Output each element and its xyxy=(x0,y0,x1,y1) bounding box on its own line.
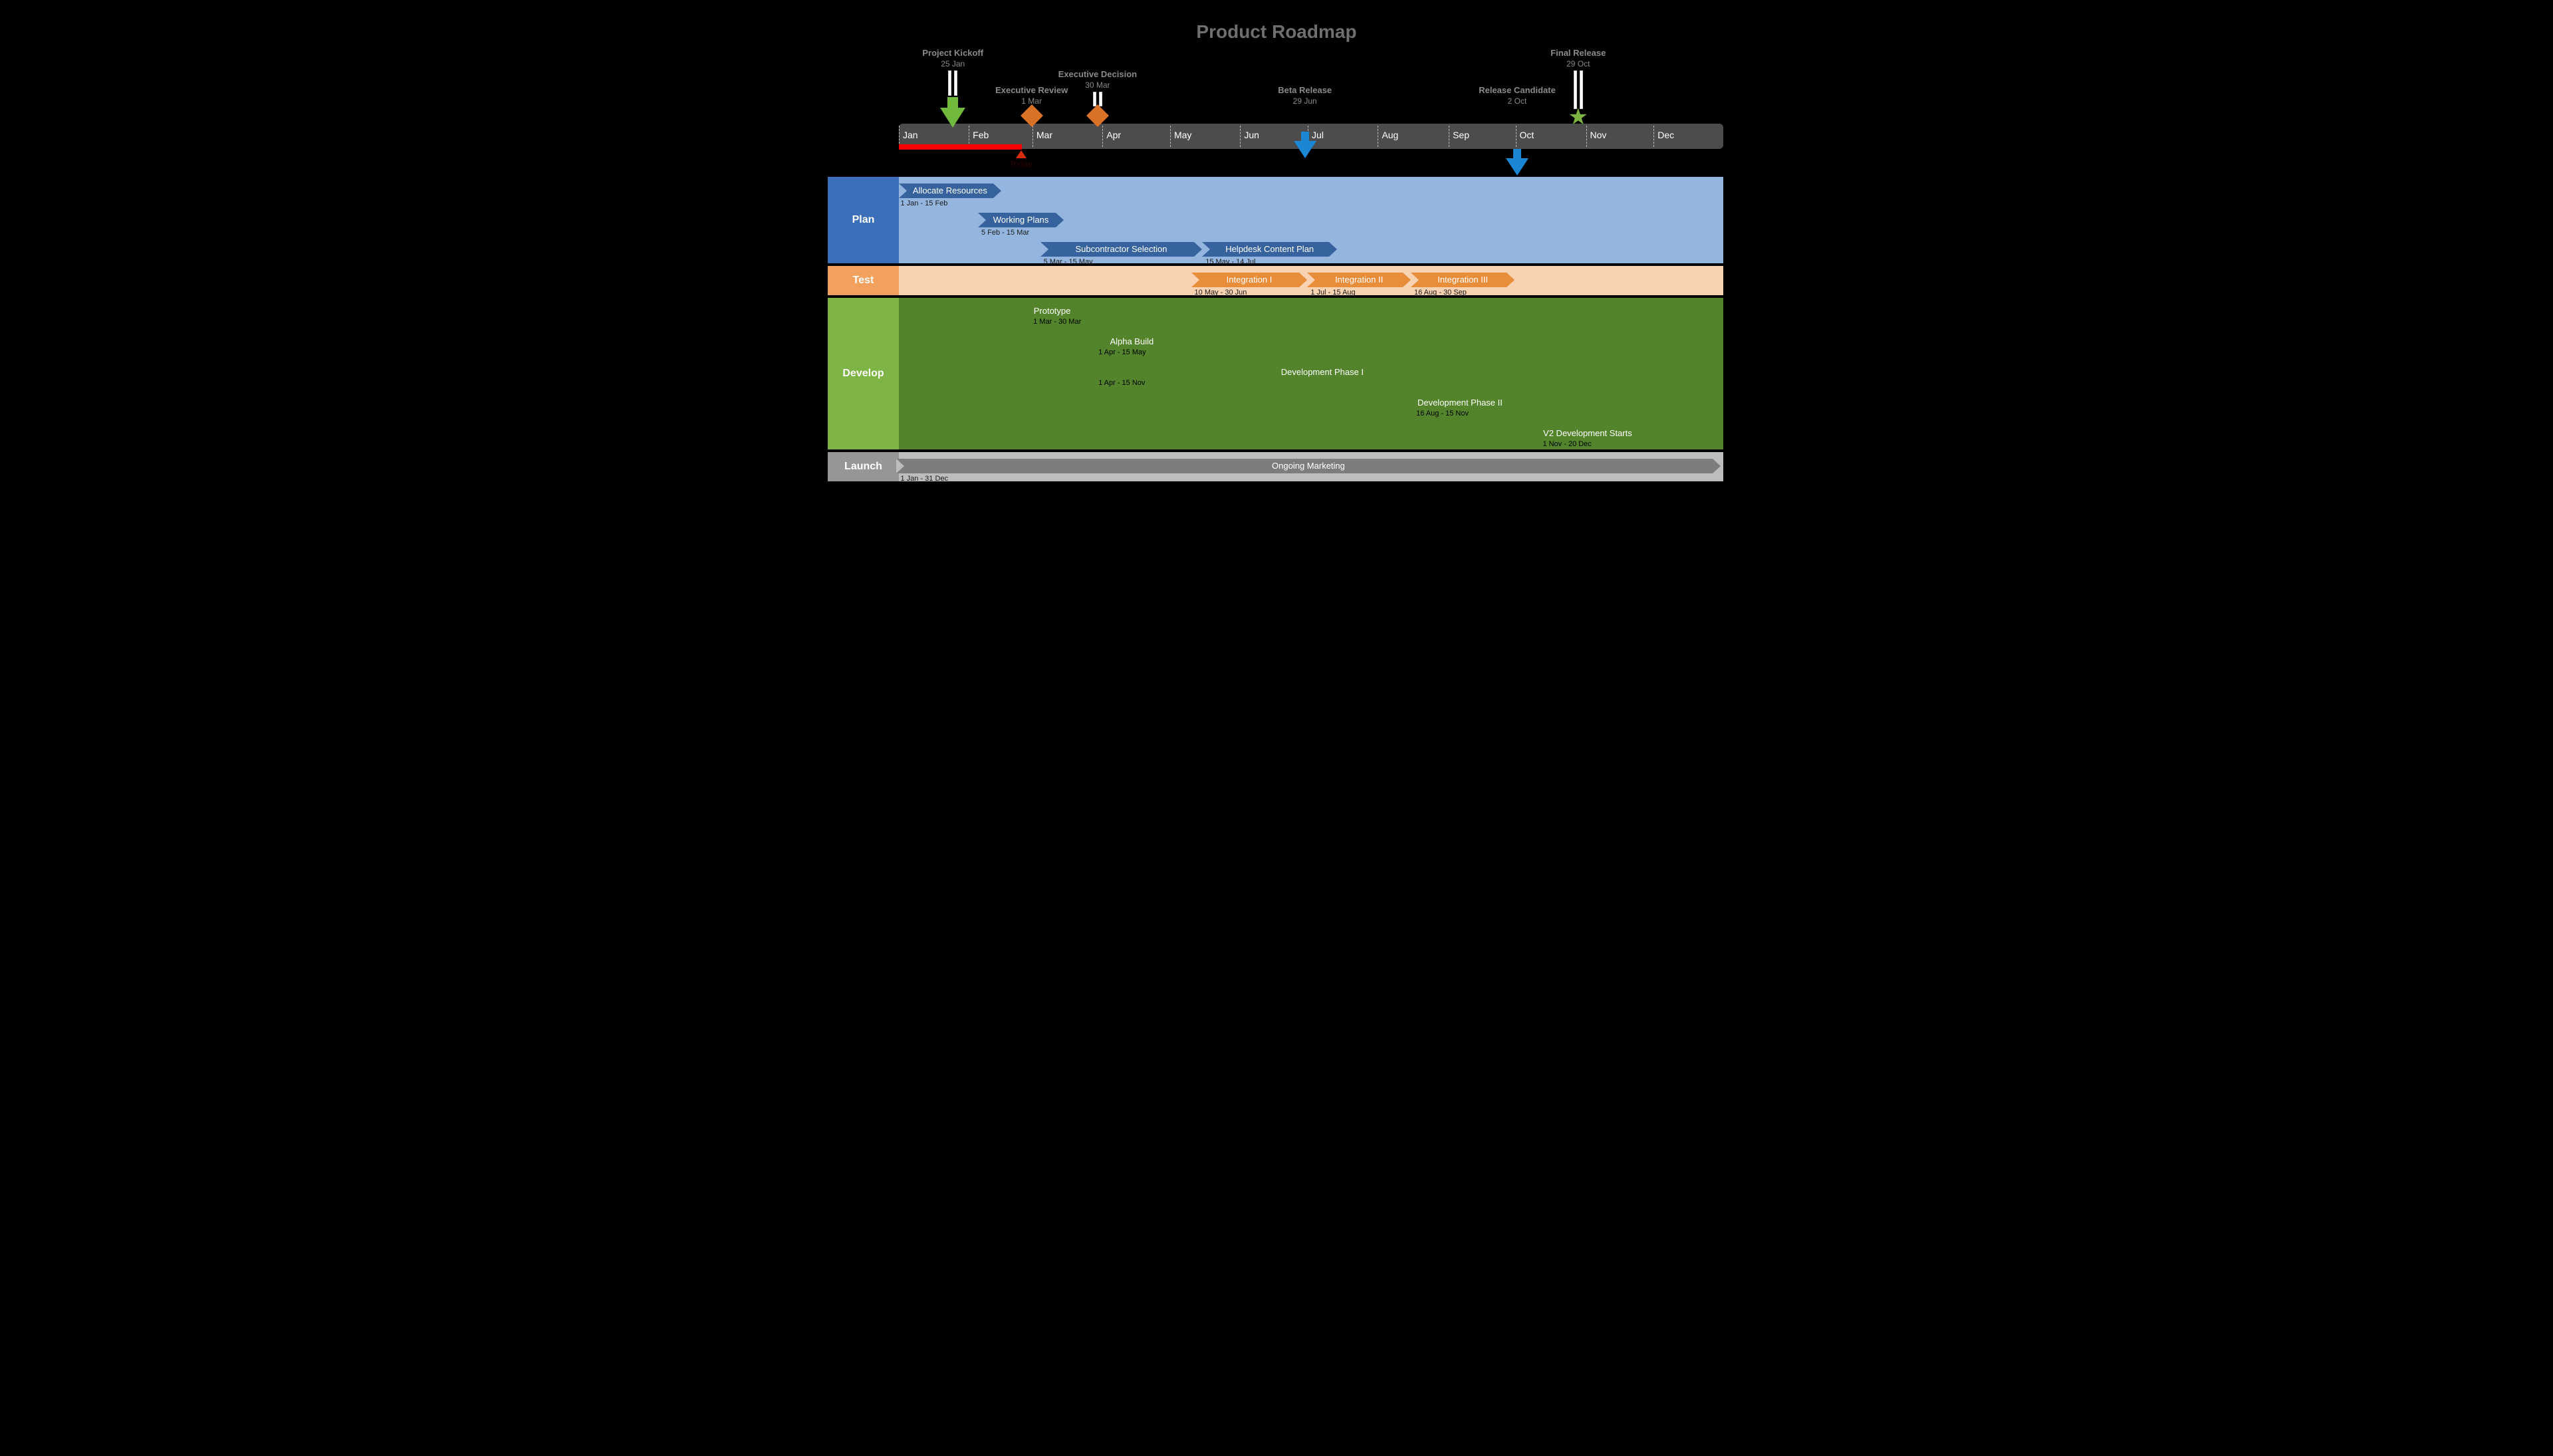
dev-item-title: Prototype xyxy=(1034,306,1071,316)
task-integration-i: Integration I xyxy=(1191,273,1308,287)
month-label: Feb xyxy=(973,130,989,140)
month-label: Oct xyxy=(1520,130,1534,140)
task-ongoing-marketing: Ongoing Marketing xyxy=(896,459,1721,473)
task-integration-ii: Integration II xyxy=(1307,273,1411,287)
milestone-label-final: Final Release29 Oct xyxy=(1550,48,1606,68)
month-label: Sep xyxy=(1453,130,1469,140)
dev-item-date: 1 Nov - 20 Dec xyxy=(1542,440,1591,448)
task-helpdesk-content-plan: Helpdesk Content Plan xyxy=(1202,242,1337,257)
milestone-label-rc: Release Candidate2 Oct xyxy=(1479,85,1556,106)
star-icon: ★ xyxy=(1568,109,1588,125)
month-label: Jul xyxy=(1312,130,1324,140)
task-label: Integration II xyxy=(1307,273,1411,287)
lane-body-develop: Prototype 1 Mar - 30 Mar Alpha Build 1 Apr … xyxy=(899,298,1723,449)
lane-head-develop: Develop xyxy=(828,298,899,449)
dev-item-title: Alpha Build xyxy=(1110,336,1154,346)
task-date: 10 May - 30 Jun xyxy=(1195,289,1247,297)
task-date: 1 Jan - 31 Dec xyxy=(900,475,948,483)
chart-title: Product Roadmap xyxy=(791,21,1762,43)
month-label: Jan xyxy=(903,130,918,140)
lane-body-plan: Allocate Resources1 Jan - 15 Feb Working … xyxy=(899,177,1723,263)
task-date: 16 Aug - 30 Sep xyxy=(1414,289,1467,297)
lane-head-test: Test xyxy=(828,266,899,295)
task-date: 1 Jul - 15 Aug xyxy=(1310,289,1355,297)
task-label: Ongoing Marketing xyxy=(896,459,1721,473)
month-label: Mar xyxy=(1036,130,1052,140)
month-tick xyxy=(1170,126,1171,147)
arrow-down-icon xyxy=(1294,141,1316,158)
task-working-plans: Working Plans xyxy=(978,213,1064,227)
task-label: Helpdesk Content Plan xyxy=(1202,242,1337,257)
task-label: Integration I xyxy=(1191,273,1308,287)
today-marker-icon xyxy=(1016,150,1027,158)
month-tick xyxy=(1653,126,1654,147)
month-label: Nov xyxy=(1590,130,1607,140)
milestone-label-kickoff: Project Kickoff25 Jan xyxy=(922,48,983,68)
lane-body-test: Integration I 10 May - 30 Jun Integration … xyxy=(899,266,1723,295)
task-allocate-resources: Allocate Resources xyxy=(899,183,1001,198)
dev-item-title: V2 Development Starts xyxy=(1543,428,1632,438)
month-tick xyxy=(1516,126,1517,147)
dev-item-title: Development Phase II xyxy=(1417,398,1503,408)
lane-test: TestIntegration I10 May - 30 JunIntegrat… xyxy=(828,266,1723,295)
elapsed-bar xyxy=(899,144,1022,150)
dev-item-date: 16 Aug - 15 Nov xyxy=(1416,410,1469,418)
lane-head-plan: Plan xyxy=(828,177,899,263)
dev-item-title: Development Phase I xyxy=(1281,367,1364,377)
dev-item-date: 1 Mar - 30 Mar xyxy=(1033,318,1081,326)
task-date: 5 Feb - 15 Mar xyxy=(981,229,1029,237)
month-tick xyxy=(1240,126,1241,147)
dev-item-date: 1 Apr - 15 Nov xyxy=(1098,379,1145,387)
month-label: Jun xyxy=(1244,130,1259,140)
lane-plan: PlanAllocate Resources1 Jan - 15 Feb Work… xyxy=(828,177,1723,263)
task-date: 1 Jan - 15 Feb xyxy=(900,199,947,207)
arrow-down-icon xyxy=(1506,158,1528,176)
lane-head-launch: Launch xyxy=(828,452,899,481)
task-date: 15 May - 14 Jul xyxy=(1205,258,1255,266)
roadmap-stage: Product Roadmap Jan Feb Mar Apr May Jun Jul Aug… xyxy=(791,0,1762,552)
month-tick xyxy=(1102,126,1103,147)
month-label: Aug xyxy=(1382,130,1398,140)
task-date: 5 Mar - 15 May xyxy=(1044,258,1093,266)
task-label: Working Plans xyxy=(978,213,1064,227)
month-label: Dec xyxy=(1657,130,1674,140)
lane-launch: LaunchOngoing Marketing 1 Jan - 31 Dec xyxy=(828,452,1723,481)
month-label: May xyxy=(1174,130,1191,140)
task-subcontractor-selection: Subcontractor Selection xyxy=(1040,242,1203,257)
milestone-label-beta: Beta Release29 Jun xyxy=(1278,85,1332,106)
flag-icon xyxy=(1574,70,1583,109)
task-integration-iii: Integration III xyxy=(1411,273,1515,287)
task-label: Integration III xyxy=(1411,273,1515,287)
today-label: Today xyxy=(1009,159,1033,169)
arrow-down-icon xyxy=(940,108,965,128)
task-label: Allocate Resources xyxy=(899,183,1001,198)
milestone-label-exec-review: Executive Review1 Mar xyxy=(995,85,1068,106)
lane-body-launch: Ongoing Marketing 1 Jan - 31 Dec xyxy=(899,452,1723,481)
month-label: Apr xyxy=(1106,130,1121,140)
dev-item-date: 1 Apr - 15 May xyxy=(1098,348,1146,356)
milestone-label-exec-decision: Executive Decision30 Mar xyxy=(1058,69,1138,90)
task-label: Subcontractor Selection xyxy=(1040,242,1203,257)
lane-develop: Develop Prototype 1 Mar - 30 Mar Alpha Buil… xyxy=(828,298,1723,449)
flag-icon xyxy=(948,70,957,96)
